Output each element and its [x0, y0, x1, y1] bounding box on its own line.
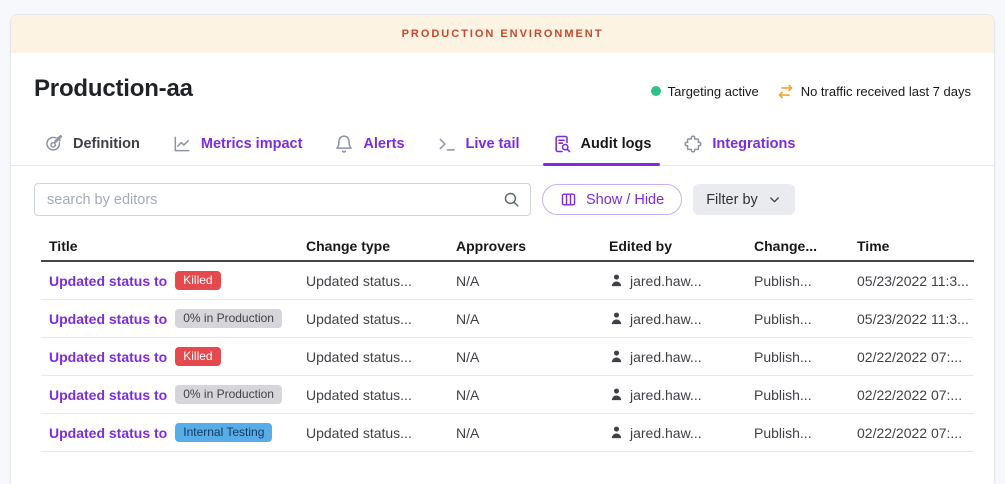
filter-by-label: Filter by [706, 192, 758, 208]
tab-definition[interactable]: Definition [44, 123, 140, 165]
column-header-time: Time [849, 238, 974, 254]
approvers-cell: N/A [448, 425, 601, 441]
tab-metrics-impact-label: Metrics impact [201, 136, 303, 152]
table-row[interactable]: Updated status to Internal Testing Updat… [41, 414, 974, 452]
column-header-change: Change... [746, 238, 849, 254]
targeting-status-label: Targeting active [668, 84, 759, 99]
table-row[interactable]: Updated status to Killed Updated status.… [41, 338, 974, 376]
page-title: Production-aa [34, 75, 193, 103]
table-row[interactable]: Updated status to Killed Updated status.… [41, 262, 974, 300]
audit-entry-link[interactable]: Updated status to [49, 273, 167, 289]
column-header-change-type: Change type [298, 238, 448, 254]
time-cell: 05/23/2022 11:3... [849, 311, 974, 327]
tab-definition-label: Definition [73, 136, 140, 152]
target-pen-icon [44, 134, 64, 154]
environment-banner-label: PRODUCTION ENVIRONMENT [402, 28, 604, 40]
tab-integrations-label: Integrations [712, 136, 795, 152]
tab-alerts-label: Alerts [363, 136, 404, 152]
tab-integrations[interactable]: Integrations [683, 123, 795, 165]
approvers-cell: N/A [448, 349, 601, 365]
edited-by-cell: jared.haw... [601, 349, 746, 365]
status-badge: Killed [175, 347, 220, 366]
change-cell: Publish... [746, 273, 849, 289]
audit-entry-link[interactable]: Updated status to [49, 311, 167, 327]
change-cell: Publish... [746, 387, 849, 403]
person-icon [609, 349, 624, 364]
toolbar: Show / Hide Filter by [11, 183, 994, 216]
traffic-status: No traffic received last 7 days [777, 83, 971, 100]
table-row[interactable]: Updated status to 0% in Production Updat… [41, 300, 974, 338]
change-type-cell: Updated status... [298, 387, 448, 403]
feature-flag-card: PRODUCTION ENVIRONMENT Production-aa Tar… [10, 14, 995, 484]
person-icon [609, 273, 624, 288]
person-icon [609, 387, 624, 402]
tab-live-tail-label: Live tail [466, 136, 520, 152]
status-badge: 0% in Production [175, 385, 282, 404]
approvers-cell: N/A [448, 273, 601, 289]
edited-by-cell: jared.haw... [601, 425, 746, 441]
status-badge: Killed [175, 271, 220, 290]
show-hide-label: Show / Hide [586, 192, 664, 208]
column-header-edited-by: Edited by [601, 238, 746, 254]
change-cell: Publish... [746, 349, 849, 365]
line-chart-icon [172, 134, 192, 154]
terminal-icon [437, 134, 457, 154]
tab-alerts[interactable]: Alerts [334, 123, 404, 165]
tab-audit-logs[interactable]: Audit logs [552, 123, 652, 165]
audit-entry-link[interactable]: Updated status to [49, 349, 167, 365]
change-cell: Publish... [746, 311, 849, 327]
time-cell: 05/23/2022 11:3... [849, 273, 974, 289]
green-dot-icon [651, 86, 661, 96]
edited-by-cell: jared.haw... [601, 273, 746, 289]
page-header: Production-aa Targeting active No traffi… [11, 53, 994, 103]
filter-by-button[interactable]: Filter by [693, 184, 795, 215]
chevron-down-icon [767, 192, 782, 207]
edited-by-cell: jared.haw... [601, 311, 746, 327]
time-cell: 02/22/2022 07:... [849, 349, 974, 365]
time-cell: 02/22/2022 07:... [849, 387, 974, 403]
puzzle-icon [683, 134, 703, 154]
swap-arrows-icon [777, 83, 794, 100]
environment-banner: PRODUCTION ENVIRONMENT [11, 15, 994, 53]
person-icon [609, 311, 624, 326]
change-type-cell: Updated status... [298, 273, 448, 289]
change-type-cell: Updated status... [298, 311, 448, 327]
change-cell: Publish... [746, 425, 849, 441]
columns-icon [560, 191, 577, 208]
audit-entry-link[interactable]: Updated status to [49, 387, 167, 403]
time-cell: 02/22/2022 07:... [849, 425, 974, 441]
show-hide-button[interactable]: Show / Hide [542, 184, 682, 215]
search-icon [503, 191, 520, 208]
change-type-cell: Updated status... [298, 425, 448, 441]
change-type-cell: Updated status... [298, 349, 448, 365]
status-badge: 0% in Production [175, 309, 282, 328]
audit-entry-link[interactable]: Updated status to [49, 425, 167, 441]
audit-log-table: Title Change type Approvers Edited by Ch… [41, 231, 974, 452]
approvers-cell: N/A [448, 387, 601, 403]
traffic-status-label: No traffic received last 7 days [801, 84, 971, 99]
tab-live-tail[interactable]: Live tail [437, 123, 520, 165]
search-box [34, 183, 531, 216]
column-header-approvers: Approvers [448, 238, 601, 254]
tab-bar: Definition Metrics impact Alerts Live ta… [11, 123, 994, 166]
status-badge: Internal Testing [175, 423, 272, 442]
search-input[interactable] [34, 183, 531, 216]
document-search-icon [552, 134, 572, 154]
tab-metrics-impact[interactable]: Metrics impact [172, 123, 303, 165]
column-header-title: Title [41, 238, 298, 254]
approvers-cell: N/A [448, 311, 601, 327]
table-row[interactable]: Updated status to 0% in Production Updat… [41, 376, 974, 414]
tab-audit-logs-label: Audit logs [581, 136, 652, 152]
bell-icon [334, 134, 354, 154]
person-icon [609, 425, 624, 440]
table-header-row: Title Change type Approvers Edited by Ch… [41, 231, 974, 262]
targeting-status: Targeting active [651, 84, 759, 99]
edited-by-cell: jared.haw... [601, 387, 746, 403]
status-group: Targeting active No traffic received las… [651, 79, 971, 100]
